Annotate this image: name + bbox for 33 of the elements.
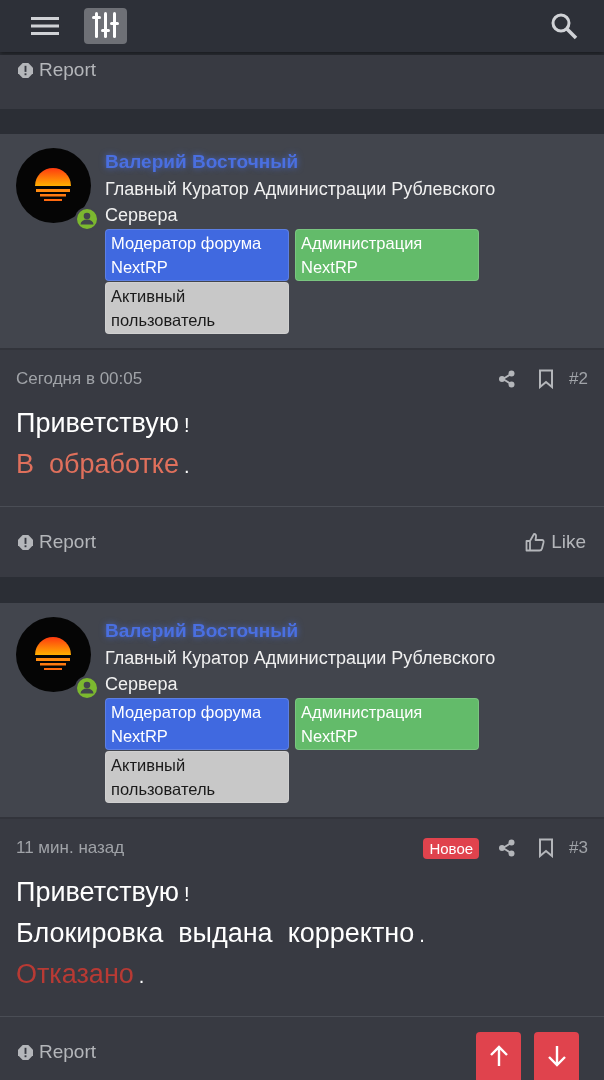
post-message: Приветствую ! В обработке . bbox=[0, 392, 604, 507]
user-title: Главный Куратор Администрации Рублевского Сервера bbox=[105, 647, 497, 696]
user-title: Главный Куратор Администрации Рублевского Сервера bbox=[105, 178, 497, 227]
user-group-badge: Активный пользователь bbox=[105, 282, 289, 334]
post-number-link[interactable]: #3 bbox=[569, 838, 588, 858]
search-icon[interactable] bbox=[550, 12, 578, 40]
post-message: Приветствую ! Блокировка выдана корректно . Отказано . bbox=[0, 861, 604, 1017]
alert-icon bbox=[18, 62, 33, 78]
like-link[interactable]: Like bbox=[525, 531, 586, 553]
user-group-badge: Модератор форума NextRP bbox=[105, 698, 289, 750]
avatar-sunset-drawing[interactable] bbox=[16, 617, 91, 692]
menu-icon[interactable] bbox=[30, 14, 60, 38]
user-group-badge: Администрация NextRP bbox=[295, 698, 479, 750]
scroll-up-button[interactable] bbox=[476, 1032, 521, 1080]
report-link[interactable]: Report bbox=[18, 531, 97, 553]
post-time: 11 мин. назад bbox=[16, 838, 125, 858]
post-time: Сегодня в 00:05 bbox=[16, 369, 143, 389]
scroll-down-button[interactable] bbox=[534, 1032, 579, 1080]
bookmark-icon[interactable] bbox=[537, 838, 556, 858]
arrow-down-icon bbox=[545, 1045, 568, 1067]
bookmark-icon[interactable] bbox=[537, 369, 556, 389]
report-link[interactable]: Report bbox=[18, 59, 97, 81]
post-number-link[interactable]: #2 bbox=[569, 369, 588, 389]
report-link[interactable]: Report bbox=[18, 1041, 97, 1063]
alert-icon bbox=[18, 534, 33, 550]
user-group-badge: Активный пользователь bbox=[105, 751, 289, 803]
new-label: Новое bbox=[423, 837, 480, 859]
user-group-badge: Администрация NextRP bbox=[295, 229, 479, 281]
avatar-sunset-drawing[interactable] bbox=[16, 148, 91, 223]
thumbs-up-icon bbox=[525, 532, 546, 552]
filter-sliders-icon[interactable] bbox=[84, 8, 127, 44]
user-group-badge: Модератор форума NextRP bbox=[105, 229, 289, 281]
alert-icon bbox=[18, 1044, 33, 1060]
